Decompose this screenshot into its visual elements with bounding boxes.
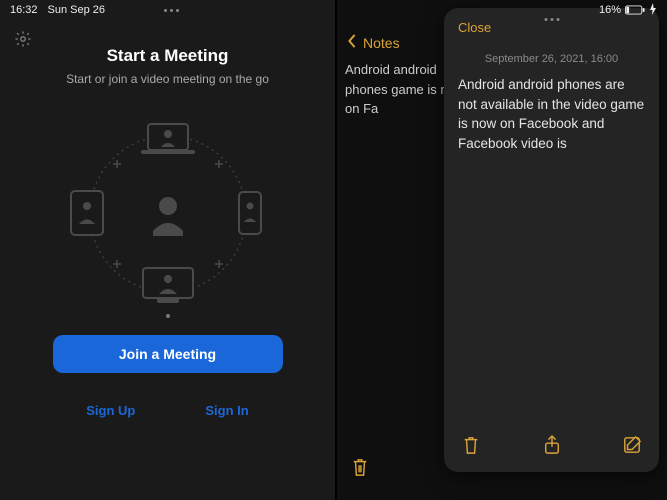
note-body[interactable]: Android android phones are not available…: [458, 75, 645, 153]
status-time: 16:32: [10, 4, 38, 16]
battery-icon: [625, 5, 645, 15]
battery-percent: 16%: [599, 4, 621, 16]
notes-app-pane: Notes Android android phones game is now…: [335, 0, 667, 500]
note-timestamp: September 26, 2021, 16:00: [458, 53, 645, 65]
trash-icon[interactable]: [462, 435, 480, 460]
settings-button[interactable]: [14, 30, 32, 53]
delete-note-button[interactable]: [351, 457, 369, 482]
compose-icon[interactable]: [623, 435, 641, 460]
page-subtitle: Start or join a video meeting on the go: [66, 72, 269, 86]
zoom-app-pane: Start a Meeting Start or join a video me…: [0, 0, 335, 500]
notes-back-label: Notes: [363, 35, 400, 51]
join-meeting-button[interactable]: Join a Meeting: [53, 335, 283, 373]
charging-icon: [649, 3, 657, 18]
status-date: Sun Sep 26: [48, 4, 106, 16]
share-icon[interactable]: [543, 435, 561, 460]
meeting-diagram: [53, 106, 283, 321]
quick-note-sheet: Close September 26, 2021, 16:00 Android …: [444, 8, 659, 472]
signin-link[interactable]: Sign In: [205, 403, 248, 418]
close-button[interactable]: Close: [458, 20, 491, 35]
status-bar: 16:32 Sun Sep 26 16%: [0, 0, 667, 20]
multitask-dots-icon[interactable]: [164, 9, 179, 12]
chevron-left-icon: [347, 34, 357, 51]
signup-link[interactable]: Sign Up: [86, 403, 135, 418]
page-title: Start a Meeting: [107, 46, 229, 66]
